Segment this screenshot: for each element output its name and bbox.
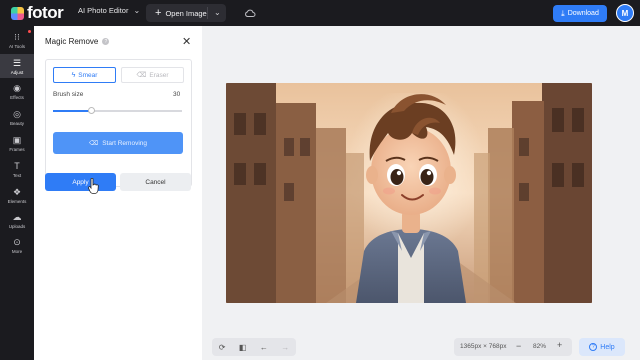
rail-item-frames[interactable]: ▣ Frames [0,131,34,155]
rail-label: Beauty [9,120,24,126]
zoom-out-icon[interactable]: − [516,341,521,351]
rail-item-uploads[interactable]: ☁ Uploads [0,208,34,232]
redo-icon[interactable]: → [281,343,289,352]
cancel-button[interactable]: Cancel [120,173,191,191]
sliders-icon: ☰ [12,57,22,68]
panel-title: Magic Remove ? [45,37,110,46]
history-tools: ⟳ ◧ ← → [212,338,296,356]
upload-icon: ☁ [12,211,22,222]
fotor-logo[interactable]: fotor [11,3,64,23]
undo-icon[interactable]: ← [260,343,268,352]
text-icon: T [14,160,20,171]
bottom-bar: ⟳ ◧ ← → 1365px × 768px − 82% + ? Help [202,334,640,360]
chevron-down-icon[interactable]: ⌄ [214,8,221,17]
rail-label: Effects [10,94,24,100]
start-removing-label: Start Removing [102,139,147,147]
chevron-down-icon: ⌄ [133,6,141,15]
panel-title-text: Magic Remove [45,37,99,46]
logo-text: fotor [27,3,64,22]
help-label: Help [600,343,615,351]
cloud-icon[interactable] [244,7,256,19]
grid-icon: ⁝⁝ [14,31,20,42]
rail-item-effects[interactable]: ◉ Effects [0,79,34,103]
rail-item-beauty[interactable]: ◎ Beauty [0,105,34,129]
more-icon: ⊙ [13,236,21,247]
help-button[interactable]: ? Help [579,338,625,356]
plus-icon: + [155,6,162,19]
fotor-editor: fotor AI Photo Editor ⌄ + Open Image ⌄ ⤓… [0,0,640,360]
rail-label: Uploads [8,223,26,229]
help-icon[interactable]: ? [102,38,110,45]
compare-icon[interactable]: ◧ [239,343,247,352]
divider [207,7,208,19]
smear-button[interactable]: ϟ Smear [53,67,116,83]
brush-size-label: Brush size [53,91,84,98]
brush-size-value: 30 [173,91,181,98]
photo-image[interactable] [226,83,592,303]
frame-icon: ▣ [12,134,22,145]
question-icon: ? [589,343,598,351]
zoom-controls: 1365px × 768px − 82% + [454,338,572,356]
eraser-label: Eraser [149,71,169,79]
magic-remove-panel: Magic Remove ? ✕ ϟ Smear ⌫ Eraser Brush … [34,26,202,360]
rail-label: Frames [9,146,25,152]
image-size-text: 1365px × 768px [460,343,507,350]
eraser-icon: ⌫ [89,140,99,147]
eraser-button[interactable]: ⌫ Eraser [121,67,184,83]
new-badge-dot [28,30,31,33]
brush-size-slider[interactable] [53,107,182,114]
smear-icon: ϟ [71,71,76,79]
download-icon: ⤓ [561,8,565,18]
canvas-area [202,26,640,334]
elements-icon: ❖ [12,186,22,197]
slider-fill [53,110,92,112]
smear-label: Smear [78,71,98,79]
rail-item-more[interactable]: ⊙ More [0,233,34,257]
start-removing-button[interactable]: ⌫ Start Removing [53,132,183,154]
reset-icon[interactable]: ⟳ [219,343,226,352]
ai-photo-editor-label: AI Photo Editor [78,6,129,15]
magic-remove-card: ϟ Smear ⌫ Eraser Brush size 30 ⌫ Start R… [45,59,192,187]
effects-icon: ◉ [13,82,21,93]
open-image-label: Open Image [165,8,207,18]
rail-label: Adjust [10,69,24,75]
rail-item-elements[interactable]: ❖ Elements [0,183,34,207]
eye-icon: ◎ [13,108,21,119]
apply-button[interactable]: Apply [45,173,116,191]
rail-item-text[interactable]: T Text [0,157,34,181]
download-button[interactable]: ⤓ Download [553,5,607,22]
zoom-in-icon[interactable]: + [557,340,562,350]
fotor-logo-icon [11,6,24,20]
zoom-level[interactable]: 82% [533,343,546,350]
rail-label: Elements [7,198,27,204]
close-icon[interactable]: ✕ [182,35,191,48]
pointer-cursor-icon [88,178,99,194]
open-image-button[interactable]: + Open Image ⌄ [146,4,226,22]
rail-item-ai-tools[interactable]: ⁝⁝ AI Tools [0,28,34,52]
eraser-icon: ⌫ [136,72,147,79]
rail-item-adjust[interactable]: ☰ Adjust [0,54,34,78]
ai-photo-editor-menu[interactable]: AI Photo Editor ⌄ [78,6,140,15]
rail-label: AI Tools [9,43,25,49]
download-label: Download [567,10,599,17]
top-bar: fotor AI Photo Editor ⌄ + Open Image ⌄ ⤓… [0,0,640,26]
slider-handle[interactable] [88,107,96,114]
left-rail: ⁝⁝ AI Tools ☰ Adjust ◉ Effects ◎ Beauty … [0,26,34,360]
avatar[interactable]: M [616,4,634,22]
rail-label: Text [12,172,22,178]
rail-label: More [11,248,23,254]
